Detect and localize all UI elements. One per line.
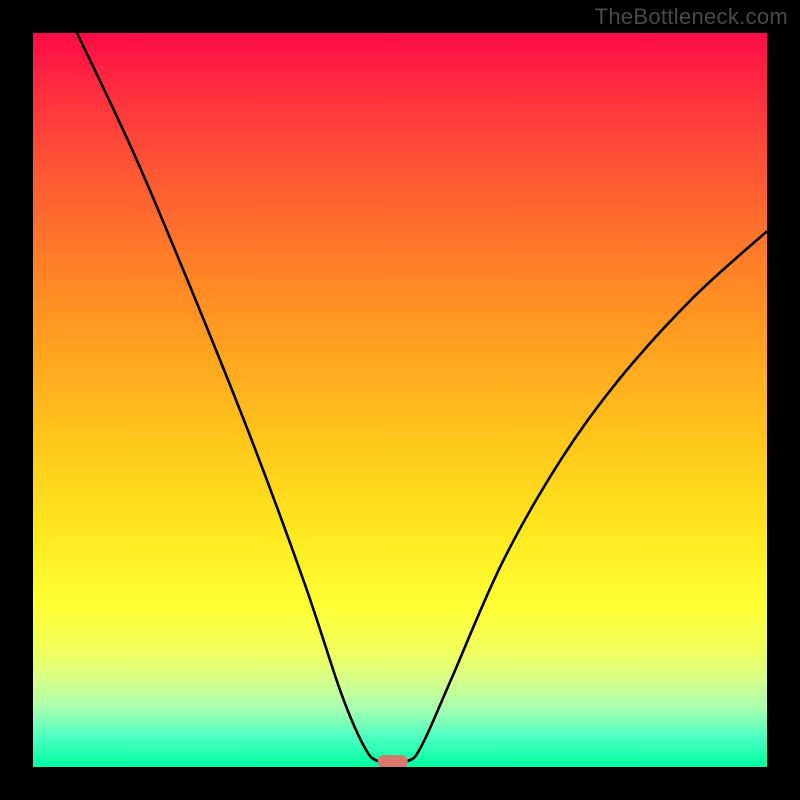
optimal-point-marker xyxy=(378,755,408,767)
frame-left xyxy=(0,0,33,800)
frame-right xyxy=(767,0,800,800)
frame-bottom xyxy=(0,767,800,800)
bottleneck-curve-path xyxy=(77,33,767,763)
plot-area xyxy=(33,33,767,767)
chart-svg xyxy=(33,33,767,767)
watermark-text: TheBottleneck.com xyxy=(595,4,788,30)
